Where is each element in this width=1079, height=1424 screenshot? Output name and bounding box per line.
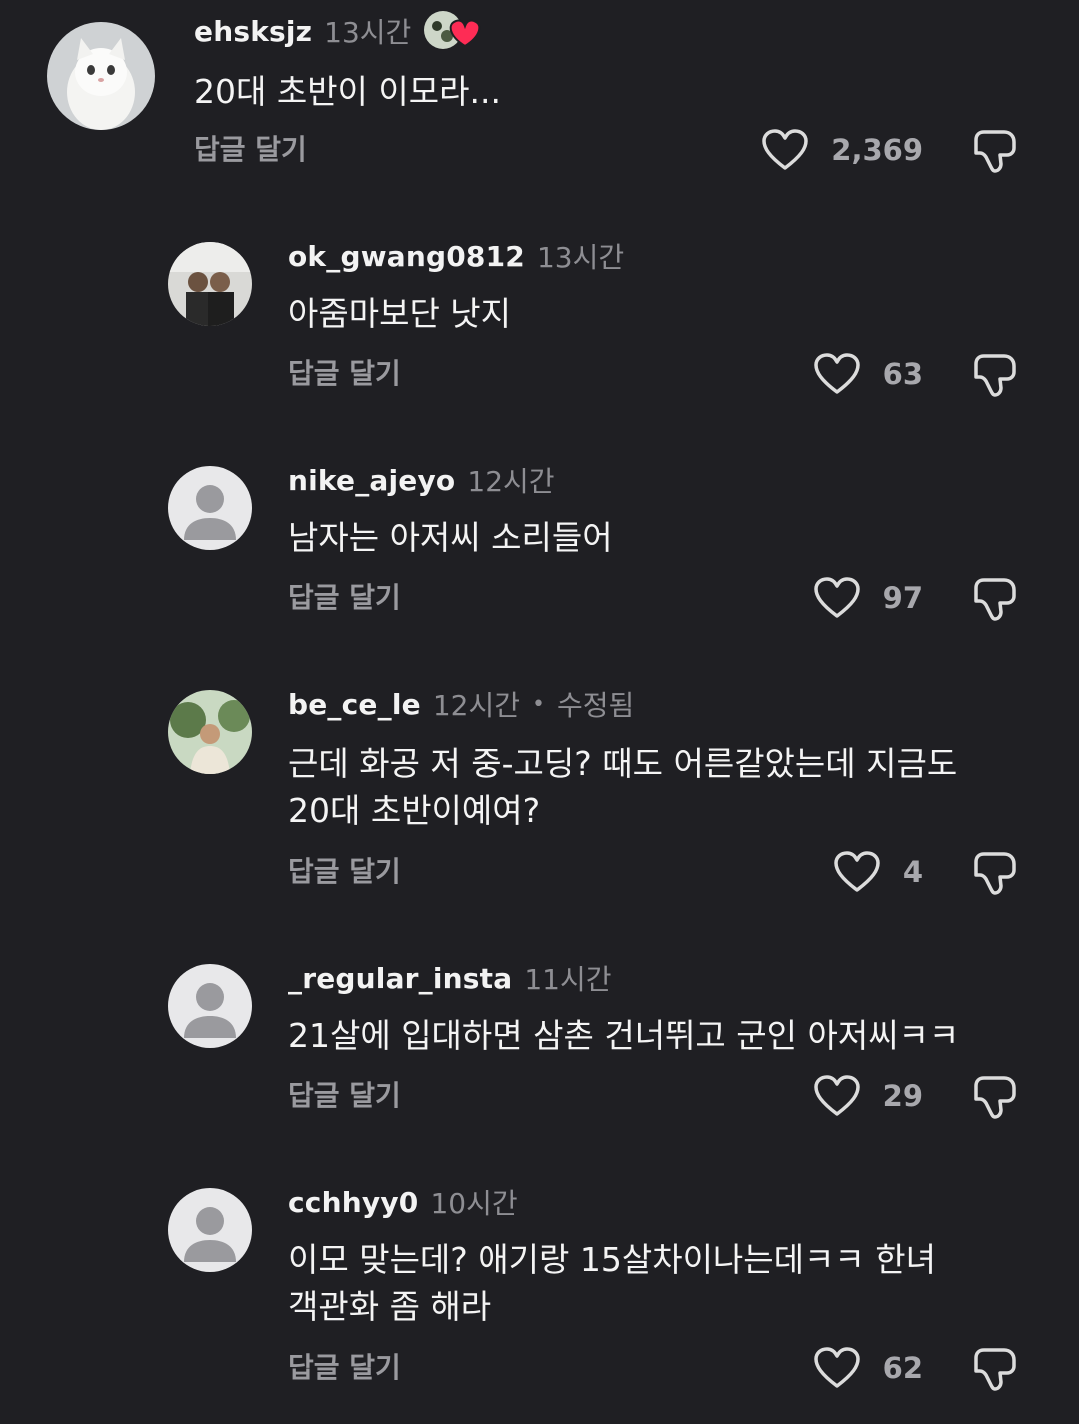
username[interactable]: cchhyy0 <box>288 1186 418 1219</box>
username[interactable]: ehsksjz <box>194 15 312 48</box>
photo-avatar-icon <box>168 242 252 326</box>
like-count: 4 <box>902 855 923 889</box>
heart-icon[interactable] <box>813 1346 861 1390</box>
timestamp: 11시간 <box>524 963 612 996</box>
separator-dot: • <box>531 691 545 717</box>
thumbs-down-icon[interactable] <box>970 848 1018 896</box>
comment-meta: nike_ajeyo 12시간 <box>288 460 555 500</box>
photo-avatar-icon <box>168 690 252 774</box>
like-group: 4 <box>833 850 923 894</box>
timestamp: 12시간 <box>467 465 555 498</box>
timestamp: 10시간 <box>430 1187 518 1220</box>
default-person-icon <box>168 466 252 550</box>
reply-button[interactable]: 답글 달기 <box>288 352 401 392</box>
heart-icon[interactable] <box>761 128 809 172</box>
like-count: 62 <box>882 1351 923 1385</box>
reply-button[interactable]: 답글 달기 <box>194 128 307 168</box>
username[interactable]: ok_gwang0812 <box>288 240 525 273</box>
reply-button[interactable]: 답글 달기 <box>288 1346 401 1386</box>
like-count: 97 <box>882 581 923 615</box>
comment-meta: ok_gwang0812 13시간 <box>288 236 624 276</box>
thumbs-down-icon[interactable] <box>970 350 1018 398</box>
avatar[interactable] <box>168 466 252 550</box>
reply-button[interactable]: 답글 달기 <box>288 576 401 616</box>
comment-meta: be_ce_le 12시간 • 수정됨 <box>288 684 634 724</box>
like-group: 62 <box>813 1346 923 1390</box>
heart-icon[interactable] <box>833 850 881 894</box>
heart-icon[interactable] <box>813 1074 861 1118</box>
comment-text: 20대 초반이 이모라... <box>194 72 501 111</box>
edited-label: 수정됨 <box>556 689 635 722</box>
like-group: 97 <box>813 576 923 620</box>
comment-text: 21살에 입대하면 삼촌 건너뛰고 군인 아저씨ㅋㅋ <box>288 1016 960 1055</box>
like-group: 29 <box>813 1074 923 1118</box>
default-person-icon <box>168 964 252 1048</box>
creator-heart-badge-icon <box>424 11 481 49</box>
comment-meta: cchhyy0 10시간 <box>288 1182 518 1222</box>
creator-liked-badge <box>423 10 485 52</box>
thumbs-down-icon[interactable] <box>970 126 1018 174</box>
comment-text: 아줌마보단 낫지 <box>288 294 512 333</box>
comment-text: 남자는 아저씨 소리들어 <box>288 518 613 557</box>
avatar[interactable] <box>47 22 155 130</box>
comment-list: ehsksjz 13시간 20대 초반이 이모라... 답글 달기 2,369 <box>0 0 1079 1424</box>
like-count: 63 <box>882 357 923 391</box>
avatar[interactable] <box>168 242 252 326</box>
like-count: 29 <box>882 1079 923 1113</box>
like-group: 63 <box>813 352 923 396</box>
comment-text: 이모 맞는데? 애기랑 15살차이나는데ㅋㅋ 한녀 객관화 좀 해라 <box>288 1240 936 1326</box>
reply-button[interactable]: 답글 달기 <box>288 1074 401 1114</box>
avatar[interactable] <box>168 964 252 1048</box>
timestamp: 13시간 <box>536 241 625 274</box>
heart-icon[interactable] <box>813 576 861 620</box>
timestamp: 12시간 <box>432 689 520 722</box>
white-cat-avatar-icon <box>47 22 155 130</box>
avatar[interactable] <box>168 1188 252 1272</box>
heart-icon[interactable] <box>813 352 861 396</box>
reply-button[interactable]: 답글 달기 <box>288 850 401 890</box>
comment-text: 근데 화공 저 중-고딩? 때도 어른같았는데 지금도 20대 초반이예여? <box>288 744 958 830</box>
default-person-icon <box>168 1188 252 1272</box>
like-group: 2,369 <box>761 128 923 172</box>
thumbs-down-icon[interactable] <box>970 1344 1018 1392</box>
comment-meta: _regular_insta 11시간 <box>288 958 612 998</box>
username[interactable]: nike_ajeyo <box>288 464 455 497</box>
thumbs-down-icon[interactable] <box>970 574 1018 622</box>
avatar[interactable] <box>168 690 252 774</box>
comment-meta: ehsksjz 13시간 <box>194 10 485 52</box>
username[interactable]: _regular_insta <box>288 962 512 995</box>
thumbs-down-icon[interactable] <box>970 1072 1018 1120</box>
like-count: 2,369 <box>831 133 923 167</box>
username[interactable]: be_ce_le <box>288 688 421 721</box>
timestamp: 13시간 <box>324 16 412 49</box>
